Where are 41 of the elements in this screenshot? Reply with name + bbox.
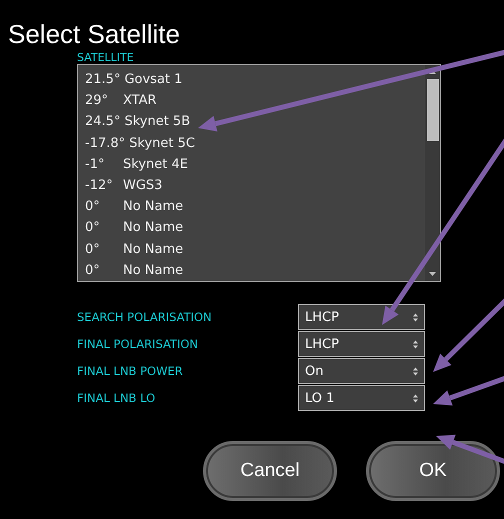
satellite-name[interactable]: Govsat 1	[124, 72, 182, 88]
satellite-name[interactable]: No Name	[123, 199, 184, 214]
satellite-position[interactable]: 0°	[85, 242, 123, 257]
satellite-name[interactable]: No Name	[123, 262, 184, 278]
satellite-position[interactable]: 0°	[85, 199, 123, 214]
scrollbar[interactable]	[425, 65, 440, 281]
satellite-name[interactable]: No Name	[123, 220, 184, 236]
satellite-name[interactable]: Skynet 5C	[129, 136, 195, 151]
satellite-position[interactable]: -1°	[85, 156, 123, 172]
satellite-position[interactable]: 21.5°	[85, 72, 124, 88]
scrollbar-thumb[interactable]	[426, 79, 438, 141]
satellite-position[interactable]: -12°	[85, 178, 123, 194]
window-title: Select Satellite	[7, 18, 181, 50]
annotation-arrow	[433, 376, 504, 406]
satellite-name[interactable]: No Name	[123, 242, 184, 257]
spinner-icon	[413, 366, 418, 376]
setting-label: FINAL POLARISATION	[77, 337, 200, 351]
spinner-icon	[413, 340, 418, 348]
satellite-position[interactable]: 29°	[85, 93, 123, 108]
satellite-position[interactable]: -17.8°	[85, 136, 130, 151]
satellite-position[interactable]: 24.5°	[85, 114, 124, 130]
satellite-list[interactable]: 21.5° Govsat 1 29° XTAR 24.5° Skynet 5B -17.8° Skynet 5C -1° Skynet 4E -12° WGS3 0° No Name 0° No Name 0° No Name 0° No Name	[77, 64, 441, 282]
dialog-button[interactable]: OK	[366, 441, 500, 501]
list-label: SATELLITE	[77, 52, 135, 64]
satellite-name[interactable]: Skynet 4E	[123, 156, 188, 172]
satellite-position[interactable]: 0°	[85, 220, 123, 236]
annotation-arrow	[436, 434, 504, 464]
satellite-name[interactable]: XTAR	[123, 93, 157, 108]
setting-label: FINAL LNB LO	[77, 391, 156, 405]
dropdown[interactable]: LHCP	[298, 331, 425, 357]
satellite-name[interactable]: Skynet 5B	[124, 114, 190, 130]
dropdown[interactable]: LO 1	[298, 385, 425, 411]
dropdown[interactable]: On	[298, 358, 425, 384]
spinner-icon	[413, 394, 418, 402]
setting-label: FINAL LNB POWER	[77, 364, 184, 378]
dialog-button[interactable]: Cancel	[203, 441, 337, 501]
dropdown[interactable]: LHCP	[298, 304, 425, 330]
spinner-icon	[413, 312, 418, 322]
setting-label: SEARCH POLARISATION	[77, 310, 213, 324]
satellite-name[interactable]: WGS3	[123, 178, 162, 194]
satellite-position[interactable]: 0°	[85, 262, 123, 278]
